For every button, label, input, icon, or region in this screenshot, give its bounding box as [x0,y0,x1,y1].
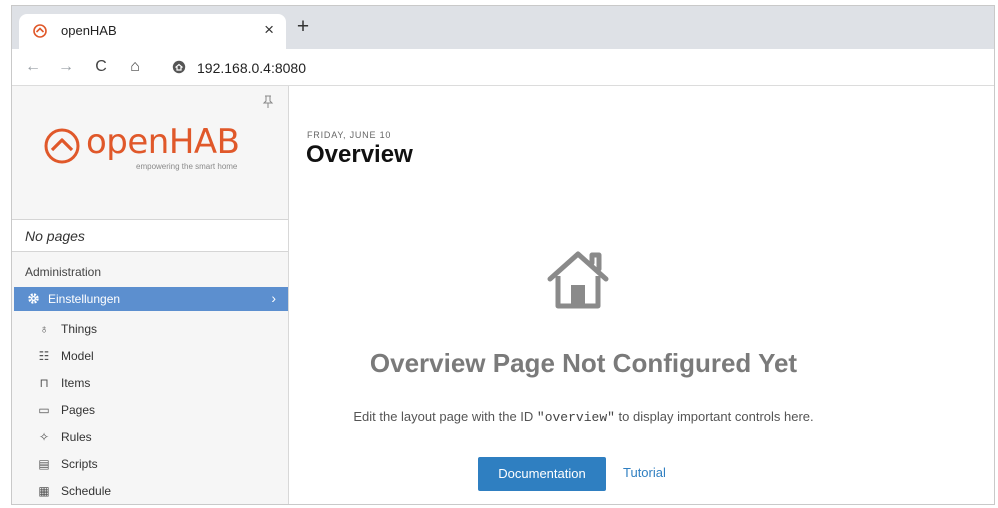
sidebar-item-things[interactable]: ♁ Things [12,317,288,341]
pages-list: No pages [12,220,288,252]
tab-close-icon[interactable]: × [264,20,274,40]
browser-window: openHAB × + ← → C ⌂ 192.168.0.4:8080 ope… [11,5,995,505]
sidebar-item-label: Things [61,322,98,336]
empty-state-description: Edit the layout page with the ID "overvi… [353,409,814,425]
monitor-icon: ▭ [38,403,50,417]
rules-icon: ✧ [38,430,50,444]
sidebar-item-einstellungen[interactable]: Einstellungen › [14,287,288,311]
new-tab-button[interactable]: + [290,14,316,40]
empty-state-headline: Overview Page Not Configured Yet [369,348,798,378]
forward-icon[interactable]: → [57,58,75,76]
sidebar: openHAB empowering the smart home No pag… [12,86,289,504]
lightbulb-icon: ♁ [39,322,49,336]
tab-title: openHAB [61,23,117,38]
sidebar-item-model[interactable]: ☷ Model [12,344,288,368]
main-content: FRIDAY, JUNE 10 Overview Overview Page N… [290,86,994,504]
chevron-right-icon: › [271,290,276,306]
script-icon: ▤ [38,457,50,471]
calendar-icon: ▦ [38,484,50,498]
sidebar-item-pages[interactable]: ▭ Pages [12,398,288,422]
logo-tagline: empowering the smart home [136,162,238,171]
sidebar-item-items[interactable]: ⊓ Items [12,371,288,395]
reload-icon[interactable]: C [92,58,110,76]
home-icon[interactable]: ⌂ [126,58,144,76]
no-pages-label: No pages [25,228,85,244]
model-icon: ☷ [38,349,50,363]
sidebar-item-schedule[interactable]: ▦ Schedule [12,479,288,503]
sidebar-item-label: Schedule [61,484,112,498]
page-title: Overview [306,141,413,168]
sidebar-item-label: Rules [61,430,92,444]
sidebar-item-label: Einstellungen [48,292,121,306]
house-icon [547,251,609,309]
page-date: FRIDAY, JUNE 10 [307,130,392,140]
openhab-logo-icon [44,128,80,164]
openhab-logo[interactable]: openHAB empowering the smart home [44,122,259,172]
sidebar-item-rules[interactable]: ✧ Rules [12,425,288,449]
sidebar-item-label: Model [61,349,94,363]
sidebar-item-label: Scripts [61,457,98,471]
browser-tab[interactable]: openHAB × [19,14,286,49]
browser-toolbar: ← → C ⌂ 192.168.0.4:8080 [12,49,994,86]
gear-icon [28,293,39,304]
back-icon[interactable]: ← [24,58,42,76]
documentation-button[interactable]: Documentation [478,457,606,491]
tab-strip: openHAB × + [12,6,994,49]
sidebar-item-label: Items [61,376,91,390]
site-info-icon[interactable] [172,60,186,74]
logo-wordmark: openHAB [86,122,240,162]
sidebar-item-label: Pages [61,403,96,417]
pin-icon[interactable] [262,95,274,109]
openhab-favicon-icon [33,24,47,38]
administration-heading: Administration [25,265,102,279]
tutorial-link[interactable]: Tutorial [623,465,666,480]
address-bar[interactable]: 192.168.0.4:8080 [197,60,306,76]
sidebar-item-scripts[interactable]: ▤ Scripts [12,452,288,476]
items-icon: ⊓ [39,376,49,390]
